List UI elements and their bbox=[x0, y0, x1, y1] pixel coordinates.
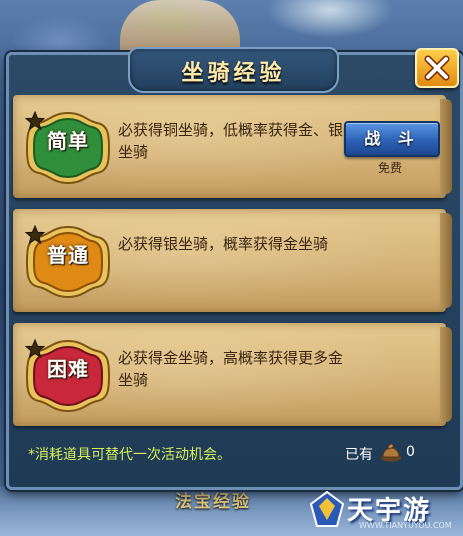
difficulty-badge-normal: 普通 bbox=[25, 225, 111, 299]
difficulty-card-easy: 简单 必获得铜坐骑，低概率获得金、银坐骑 战 斗 免费 bbox=[13, 95, 452, 198]
free-cost-label: 免费 bbox=[377, 161, 402, 175]
watermark-url: WWW.TIANYUYOU.COM bbox=[359, 521, 452, 530]
difficulty-badge-hard: 困难 bbox=[25, 339, 111, 413]
fight-button[interactable]: 战 斗 bbox=[344, 121, 440, 157]
owned-count: 0 bbox=[406, 444, 415, 460]
close-button[interactable] bbox=[415, 48, 459, 88]
star-icon bbox=[25, 339, 45, 359]
item-substitute-note: *消耗道具可替代一次活动机会。 bbox=[28, 447, 231, 463]
owned-label: 已有 bbox=[345, 447, 373, 463]
watermark: 天宇游 WWW.TIANYUYOU.COM bbox=[307, 490, 457, 532]
item-pile-icon bbox=[381, 443, 401, 462]
star-icon bbox=[25, 111, 45, 131]
difficulty-card-hard[interactable]: 困难 必获得金坐骑，高概率获得更多金坐骑 bbox=[13, 323, 452, 426]
difficulty-card-normal[interactable]: 普通 必获得银坐骑，概率获得金坐骑 bbox=[13, 209, 452, 312]
watermark-logo-icon bbox=[309, 490, 345, 527]
dialog-title: 坐骑经验 bbox=[181, 61, 286, 86]
close-x-icon bbox=[424, 55, 450, 81]
difficulty-description-normal: 必获得银坐骑，概率获得金坐骑 bbox=[118, 235, 329, 253]
difficulty-badge-easy: 简单 bbox=[25, 111, 111, 185]
difficulty-description-hard: 必获得金坐骑，高概率获得更多金坐骑 bbox=[118, 349, 344, 389]
star-icon bbox=[25, 225, 45, 245]
dialog-title-plate: 坐骑经验 bbox=[128, 47, 339, 93]
difficulty-description-easy: 必获得铜坐骑，低概率获得金、银坐骑 bbox=[118, 121, 344, 161]
background-bottom-text: 法宝经验 bbox=[175, 492, 251, 512]
